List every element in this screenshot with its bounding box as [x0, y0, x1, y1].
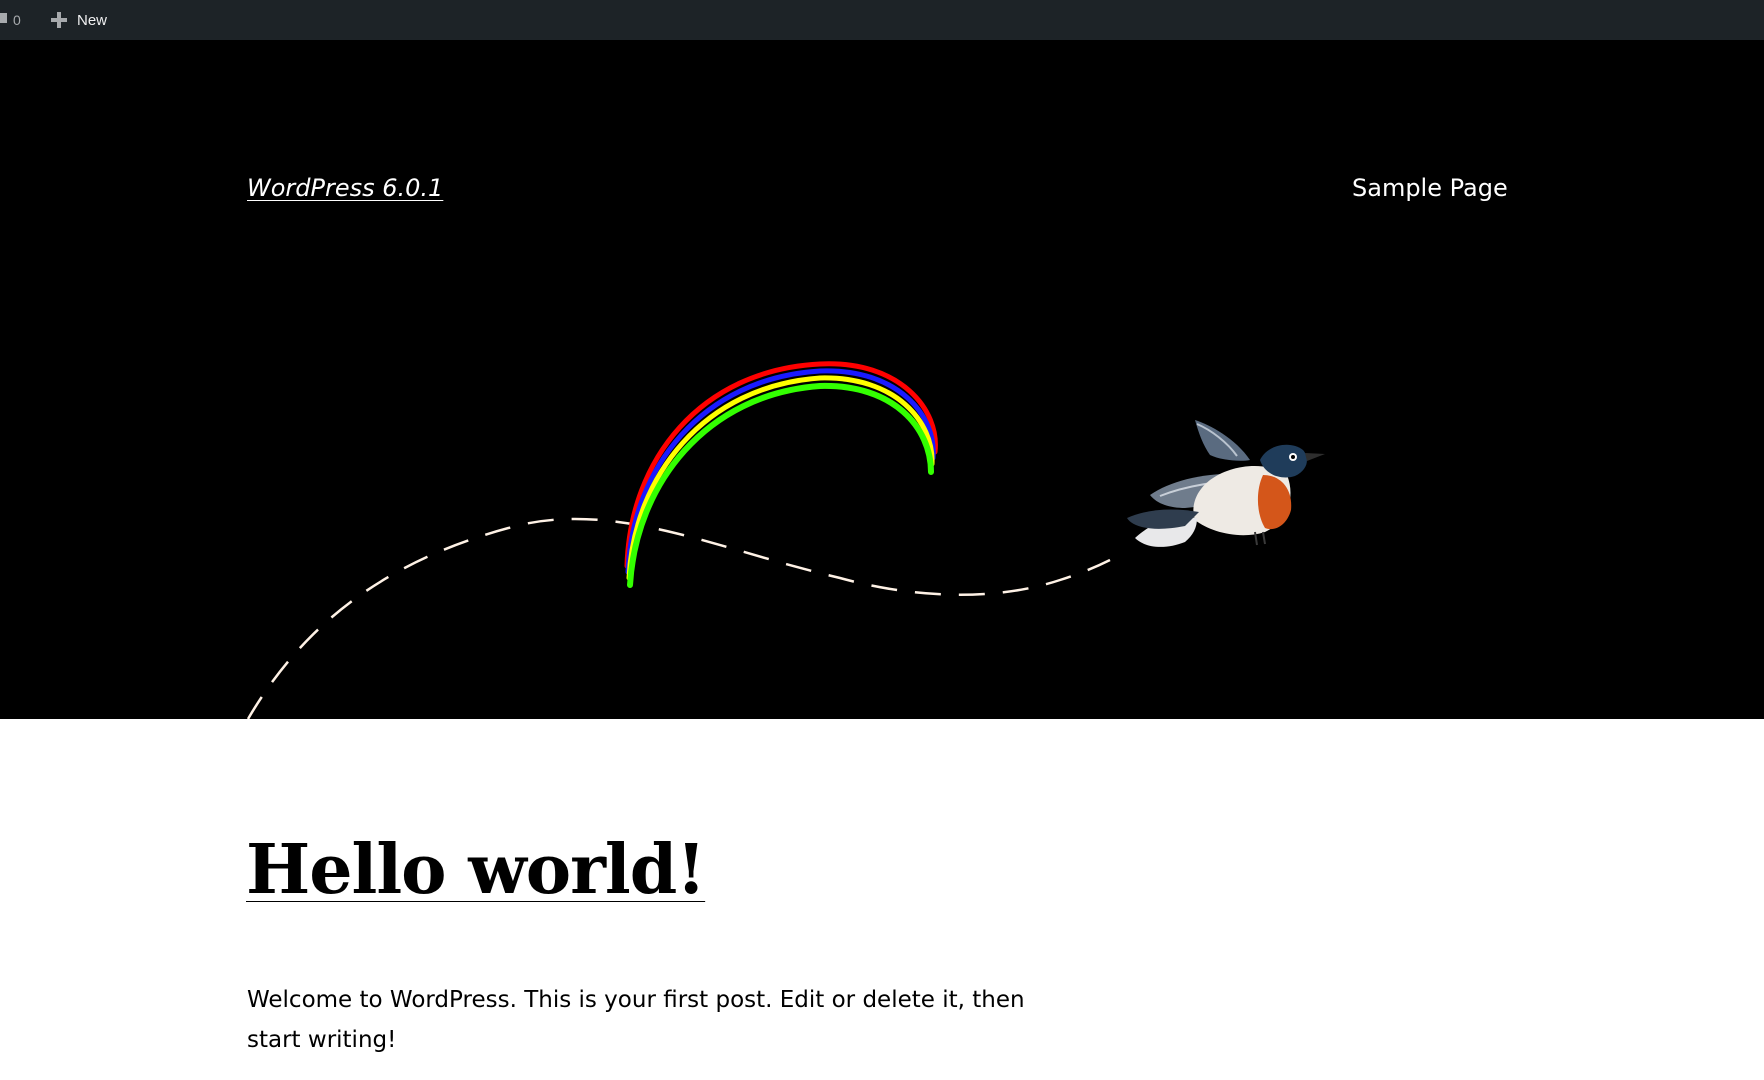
post-excerpt: Welcome to WordPress. This is your first… — [247, 987, 1025, 1053]
admin-bar-comments[interactable]: 0 — [0, 0, 29, 40]
comments-count: 0 — [13, 12, 21, 28]
site-header: WordPress 6.0.1 Sample Page — [0, 40, 1764, 719]
new-label: New — [77, 11, 108, 29]
nav-item-sample-page[interactable]: Sample Page — [1352, 174, 1508, 202]
post-title-link[interactable]: Hello world! — [246, 830, 706, 910]
plus-icon — [51, 12, 67, 28]
site-title-link[interactable]: WordPress 6.0.1 — [247, 174, 443, 202]
admin-bar-new[interactable]: New — [50, 0, 107, 40]
rainbow-arc — [624, 361, 938, 588]
comment-bubble-icon — [0, 13, 7, 23]
header-illustration — [246, 361, 1325, 719]
dashed-flight-path — [246, 517, 1111, 719]
admin-bar: 0 New — [0, 0, 1764, 40]
bird-illustration — [1127, 420, 1325, 547]
